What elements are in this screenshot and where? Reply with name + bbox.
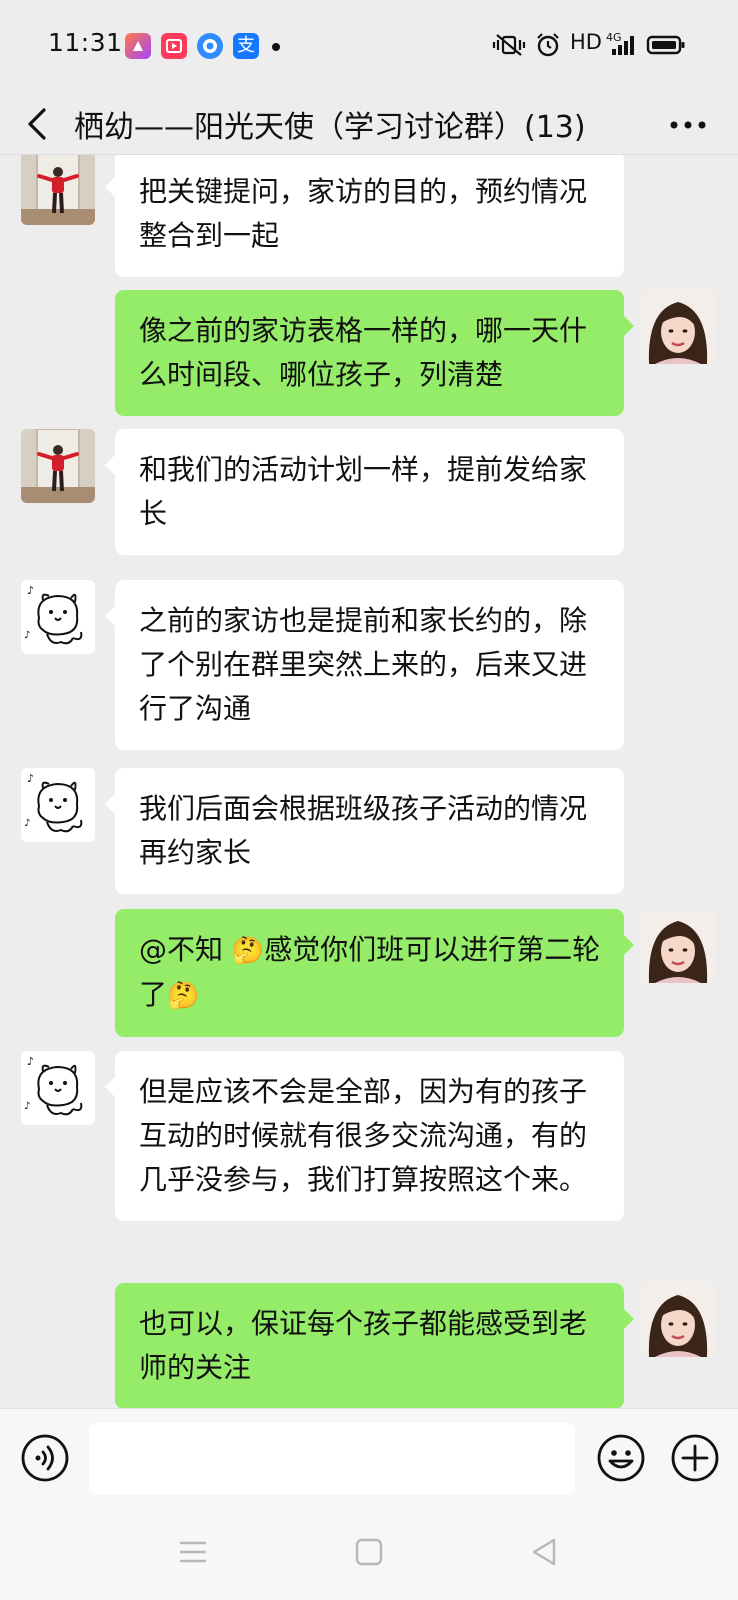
video-app-icon: [161, 33, 187, 59]
message-input[interactable]: [89, 1423, 575, 1495]
message-bubble[interactable]: 也可以，保证每个孩子都能感受到老师的关注: [115, 1283, 634, 1408]
plus-icon[interactable]: [670, 1433, 720, 1483]
message-bubble[interactable]: 我们后面会根据班级孩子活动的情况再约家长: [105, 768, 624, 894]
battery-icon: [646, 35, 685, 55]
hd-label: HD: [570, 30, 602, 54]
home-icon[interactable]: [351, 1534, 387, 1570]
voice-icon[interactable]: [20, 1433, 70, 1483]
message-bubble[interactable]: @不知 🤔感觉你们班可以进行第二轮了🤔: [115, 909, 634, 1037]
avatar-cartoon-dog[interactable]: [21, 580, 95, 654]
message-bubble[interactable]: 把关键提问，家访的目的，预约情况整合到一起: [105, 155, 624, 277]
vibrate-mute-icon: [492, 34, 526, 56]
avatar-child-photo[interactable]: [21, 155, 95, 225]
alipay-icon: 支: [233, 33, 259, 59]
message-bubble[interactable]: 像之前的家访表格一样的，哪一天什么时间段、哪位孩子，列清楚: [115, 290, 634, 416]
kuaishou-icon: [125, 33, 151, 59]
chat-title: 栖幼——阳光天使（学习讨论群）(13): [74, 110, 586, 145]
emoji-icon[interactable]: [596, 1433, 646, 1483]
avatar-woman-photo[interactable]: [641, 1283, 715, 1357]
status-bar: 11:31 支 HD 4G: [0, 0, 738, 92]
alipay-glyph: 支: [237, 35, 255, 56]
chat-header: 栖幼——阳光天使（学习讨论群）(13): [0, 92, 738, 156]
message-bubble[interactable]: 和我们的活动计划一样，提前发给家长: [105, 429, 624, 555]
more-notifications-dot: [272, 43, 280, 51]
back-arrow-icon[interactable]: [22, 102, 52, 146]
mention-text: @不知: [139, 933, 232, 966]
system-nav-bar: [0, 1510, 738, 1600]
avatar-woman-photo[interactable]: [641, 909, 715, 983]
message-bubble[interactable]: 之前的家访也是提前和家长约的，除了个别在群里突然上来的，后来又进行了沟通: [105, 580, 624, 750]
input-bar: [0, 1408, 738, 1511]
avatar-woman-photo[interactable]: [641, 290, 715, 364]
thinking-face-emoji: 🤔: [167, 981, 200, 1011]
avatar-cartoon-dog[interactable]: [21, 768, 95, 842]
avatar-child-photo[interactable]: [21, 429, 95, 503]
more-options-icon[interactable]: [668, 110, 708, 140]
avatar-cartoon-dog[interactable]: [21, 1051, 95, 1125]
signal-icon: [612, 36, 634, 55]
message-list[interactable]: 把关键提问，家访的目的，预约情况整合到一起 像之前的家访表格一样的，哪一天什么时…: [0, 155, 738, 1408]
browser-app-icon: [197, 33, 223, 59]
menu-icon[interactable]: [175, 1534, 211, 1570]
back-icon[interactable]: [526, 1534, 562, 1570]
message-bubble[interactable]: 但是应该不会是全部，因为有的孩子互动的时候就有很多交流沟通，有的几乎没参与，我们…: [105, 1051, 624, 1221]
thinking-face-emoji: 🤔: [231, 936, 265, 966]
status-time: 11:31: [48, 28, 123, 57]
alarm-icon: [537, 33, 559, 57]
